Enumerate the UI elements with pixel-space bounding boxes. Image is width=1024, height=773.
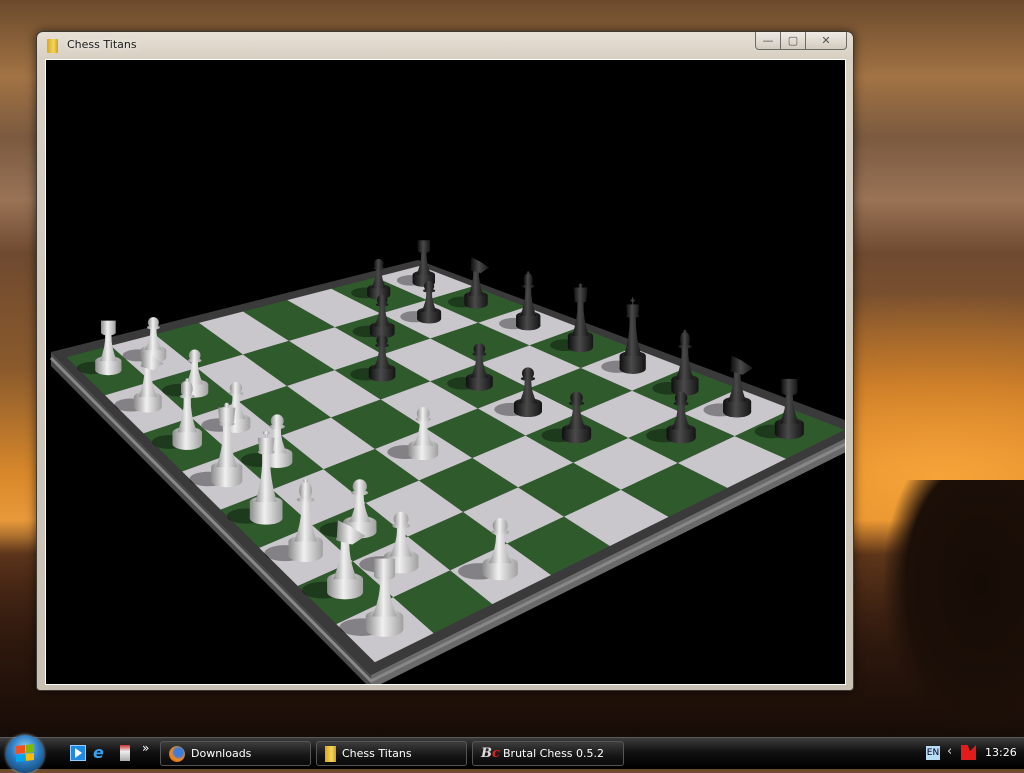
piece-head <box>257 437 275 451</box>
system-tray: EN ‹ 13:26 <box>914 738 1024 769</box>
piece-head <box>147 317 159 329</box>
piece-head <box>373 258 384 269</box>
piece-finial <box>185 378 190 383</box>
piece-head <box>679 331 690 347</box>
chess-titans-window[interactable]: Chess Titans — ▢ ✕ <box>36 31 854 691</box>
maximize-icon: ▢ <box>787 34 799 47</box>
task-button-downloads[interactable]: Downloads <box>160 741 311 766</box>
piece-head <box>674 391 688 405</box>
clock[interactable]: 13:26 <box>985 746 1017 759</box>
close-icon: ✕ <box>821 34 831 47</box>
piece-head <box>100 320 116 334</box>
internet-explorer-icon[interactable]: e <box>93 745 109 761</box>
piece-head <box>492 518 508 534</box>
windows-logo-icon <box>16 744 34 762</box>
caption-buttons: — ▢ ✕ <box>755 32 847 51</box>
show-hidden-icons-button[interactable]: ‹ <box>947 744 952 759</box>
piece-head <box>781 378 798 394</box>
piece-head <box>376 334 388 347</box>
task-label: Downloads <box>191 747 252 760</box>
piece-head <box>270 414 284 428</box>
piece-finial <box>578 283 583 288</box>
piece-head <box>470 257 490 274</box>
piece-head <box>626 304 640 315</box>
quick-launch-overflow[interactable]: » <box>142 741 158 757</box>
antivirus-icon[interactable] <box>961 745 976 760</box>
piece-cross-horizontal <box>262 431 270 435</box>
piece-head <box>373 558 396 577</box>
piece-finial <box>224 402 230 408</box>
piece-head <box>730 355 754 375</box>
firefox-icon <box>169 745 185 762</box>
media-player-icon[interactable] <box>70 745 86 761</box>
piece-head <box>416 407 430 420</box>
piece-head <box>181 380 193 397</box>
taskbar: e » Downloads Chess Titans Bc Brutal Che… <box>0 735 1024 773</box>
piece-head <box>523 273 533 287</box>
start-button[interactable] <box>6 735 44 773</box>
piece-head <box>570 391 583 405</box>
language-indicator[interactable]: EN <box>926 746 940 760</box>
folder-icon <box>325 745 336 762</box>
minimize-icon: — <box>762 34 774 47</box>
piece-head <box>417 240 431 252</box>
folder-icon <box>47 39 58 53</box>
piece-finial <box>683 329 687 334</box>
piece-head <box>521 367 534 380</box>
piece-head <box>424 281 435 292</box>
chess-board-3d[interactable] <box>46 60 845 684</box>
game-viewport[interactable] <box>45 59 846 685</box>
task-button-chess-titans[interactable]: Chess Titans <box>316 741 467 766</box>
piece-head <box>376 294 388 306</box>
piece-body <box>623 317 642 356</box>
brutal-chess-icon: Bc <box>481 745 500 761</box>
piece-head <box>299 481 313 501</box>
utility-icon[interactable] <box>120 745 130 761</box>
minimize-button[interactable]: — <box>755 32 781 50</box>
task-button-brutal-chess[interactable]: Bc Brutal Chess 0.5.2 <box>472 741 624 766</box>
piece-head <box>188 349 201 362</box>
piece-head <box>352 479 367 494</box>
maximize-button[interactable]: ▢ <box>781 32 806 50</box>
piece-head <box>217 407 236 423</box>
task-label: Chess Titans <box>342 747 412 760</box>
piece-finial <box>526 271 530 275</box>
piece-cross-horizontal <box>630 299 636 302</box>
close-button[interactable]: ✕ <box>806 32 847 50</box>
task-label: Brutal Chess 0.5.2 <box>503 747 605 760</box>
desktop-tree <box>884 480 1024 740</box>
piece-finial <box>303 478 308 484</box>
piece-head <box>393 511 409 527</box>
piece-head <box>473 343 486 355</box>
piece-head <box>229 381 243 395</box>
window-title: Chess Titans <box>67 38 137 51</box>
piece-head <box>573 287 588 300</box>
